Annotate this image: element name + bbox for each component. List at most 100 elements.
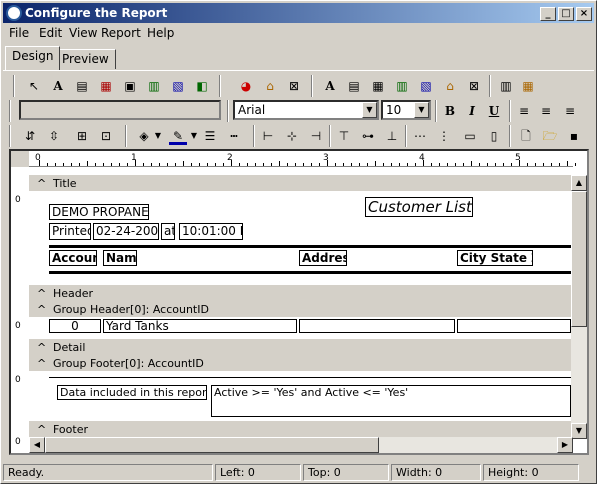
data-memo-icon[interactable]: ▦ <box>369 77 387 95</box>
band-header[interactable]: ^ Header <box>29 285 571 301</box>
align-bottoms-icon[interactable]: ⊥ <box>383 127 401 145</box>
snap-grid-icon[interactable]: ⊞ <box>73 127 91 145</box>
at-label[interactable]: at <box>161 223 175 240</box>
send-back-icon[interactable]: ⇳ <box>45 127 63 145</box>
menu-view[interactable]: View <box>69 26 97 40</box>
group-footer-section[interactable]: Data included in this report . . . Activ… <box>29 371 571 419</box>
scroll-right-icon[interactable]: ▶ <box>557 437 573 453</box>
align-center-icon[interactable]: ≡ <box>537 102 555 120</box>
italic-icon[interactable]: I <box>463 102 481 120</box>
align-tops-icon[interactable]: ⊤ <box>335 127 353 145</box>
city-state-zip-field[interactable] <box>457 319 571 333</box>
chevron-down-icon[interactable]: ▼ <box>149 127 167 145</box>
bring-front-icon[interactable]: ⇵ <box>21 127 39 145</box>
close-button[interactable]: × <box>576 7 592 21</box>
line-style-icon[interactable]: ┅ <box>225 127 243 145</box>
menu-report[interactable]: Report <box>101 26 141 40</box>
chevron-down-icon[interactable]: ▼ <box>414 102 429 118</box>
report-tree-icon[interactable]: ▥ <box>497 77 515 95</box>
group-name-field[interactable]: Yard Tanks <box>103 319 297 333</box>
column-header-name[interactable]: Name <box>103 250 137 266</box>
align-right-icon[interactable]: ≡ <box>561 102 579 120</box>
data-image-icon[interactable]: ▧ <box>417 77 435 95</box>
same-height-icon[interactable]: ▯ <box>485 127 503 145</box>
barcode-icon[interactable]: ⌂ <box>261 77 279 95</box>
data-delete-icon[interactable]: ⊠ <box>465 77 483 95</box>
menu-file[interactable]: File <box>9 26 29 40</box>
column-header-account[interactable]: Account <box>49 250 97 266</box>
new-file-icon[interactable]: 🗋 <box>517 127 535 145</box>
scrollbar-thumb[interactable] <box>45 437 379 453</box>
field-list-icon[interactable]: ▦ <box>519 77 537 95</box>
report-title-label[interactable]: Customer List <box>365 197 473 217</box>
data-included-label[interactable]: Data included in this report . . . <box>57 385 207 400</box>
font-family-value: Arial <box>238 103 266 117</box>
data-barcode-icon[interactable]: ⌂ <box>441 77 459 95</box>
space-across-icon[interactable]: ⋯ <box>411 127 429 145</box>
same-width-icon[interactable]: ▭ <box>461 127 479 145</box>
align-middles-icon[interactable]: ⊶ <box>359 127 377 145</box>
memo-tool-icon[interactable]: ▦ <box>97 77 115 95</box>
address-field[interactable] <box>299 319 455 333</box>
printed-label[interactable]: Printed <box>49 223 91 240</box>
scroll-left-icon[interactable]: ◀ <box>29 437 45 453</box>
minimize-button[interactable]: _ <box>540 7 556 21</box>
shape-tool-icon[interactable]: ◧ <box>193 77 211 95</box>
font-size-select[interactable]: 10 ▼ <box>381 100 431 120</box>
filter-expression-field[interactable]: Active >= 'Yes' and Active <= 'Yes' <box>211 385 571 417</box>
pointer-icon[interactable]: ↖ <box>25 77 43 95</box>
horizontal-scrollbar[interactable]: ◀ ▶ <box>29 437 573 453</box>
printed-time-field[interactable]: 10:01:00 PI <box>179 223 243 240</box>
data-field-icon[interactable]: ▤ <box>345 77 363 95</box>
maximize-button[interactable]: □ <box>558 7 574 21</box>
menu-edit[interactable]: Edit <box>39 26 62 40</box>
align-rights-icon[interactable]: ⊣ <box>307 127 325 145</box>
company-name-label[interactable]: DEMO PROPANE <box>49 204 149 220</box>
scrollbar-thumb[interactable] <box>571 191 587 327</box>
label-tool-icon[interactable]: A <box>49 77 67 95</box>
style-select[interactable] <box>19 100 221 120</box>
tab-preview[interactable]: Preview <box>55 49 116 69</box>
scroll-up-icon[interactable]: ▲ <box>571 175 587 191</box>
report-designer-canvas[interactable]: 0 1 2 3 4 5 ^ Title DEMO PROPANE Custome… <box>9 149 589 455</box>
band-title[interactable]: ^ Title <box>29 175 571 191</box>
band-group-header[interactable]: ^ Group Header[0]: AccountID <box>29 301 571 317</box>
band-footer[interactable]: ^ Footer <box>29 421 571 437</box>
underline-icon[interactable]: U <box>485 102 503 120</box>
save-icon[interactable]: ▪ <box>565 127 583 145</box>
line-width-icon[interactable]: ☰ <box>201 127 219 145</box>
bold-icon[interactable]: B <box>441 102 459 120</box>
band-detail[interactable]: ^ Detail <box>29 339 571 355</box>
space-down-icon[interactable]: ⋮ <box>435 127 453 145</box>
align-left-icon[interactable]: ≡ <box>515 102 533 120</box>
printed-date-field[interactable]: 02-24-2007 <box>93 223 159 240</box>
scroll-down-icon[interactable]: ▼ <box>571 423 587 439</box>
account-id-field[interactable]: 0 <box>49 319 101 333</box>
label-data-icon[interactable]: A <box>321 77 339 95</box>
chart-icon[interactable]: ◕ <box>237 77 255 95</box>
column-header-city-state-zip[interactable]: City State Zip <box>457 250 533 266</box>
header-bottom-rule[interactable] <box>49 271 571 274</box>
title-section[interactable]: DEMO PROPANE Customer List Printed 02-24… <box>29 191 571 283</box>
align-centers-icon[interactable]: ⊹ <box>283 127 301 145</box>
column-header-address[interactable]: Address <box>299 250 347 266</box>
group-header-section[interactable]: 0 Yard Tanks <box>29 317 571 337</box>
data-calc-icon[interactable]: ▥ <box>393 77 411 95</box>
calc-field-icon[interactable]: ▥ <box>145 77 163 95</box>
tab-design[interactable]: Design <box>5 46 61 70</box>
size-grid-icon[interactable]: ⊡ <box>97 127 115 145</box>
align-lefts-icon[interactable]: ⊢ <box>259 127 277 145</box>
vertical-scrollbar[interactable]: ▲ ▼ <box>571 175 587 439</box>
footer-rule[interactable] <box>49 377 571 378</box>
font-family-select[interactable]: Arial ▼ <box>233 100 379 120</box>
delete-control-icon[interactable]: ⊠ <box>285 77 303 95</box>
band-group-footer[interactable]: ^ Group Footer[0]: AccountID <box>29 355 571 371</box>
open-folder-icon[interactable]: 🗁 <box>541 127 559 145</box>
menu-help[interactable]: Help <box>147 26 174 40</box>
status-bar: Ready. Left: 0 Top: 0 Width: 0 Height: 0 <box>3 463 594 481</box>
header-top-rule[interactable] <box>49 245 571 248</box>
field-tool-icon[interactable]: ▤ <box>73 77 91 95</box>
image-tool-icon[interactable]: ▧ <box>169 77 187 95</box>
subreport-icon[interactable]: ▣ <box>121 77 139 95</box>
chevron-down-icon[interactable]: ▼ <box>362 102 377 118</box>
